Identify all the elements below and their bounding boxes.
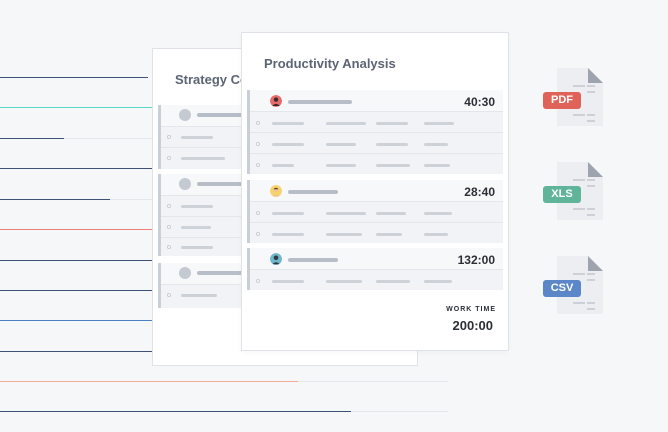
table-row xyxy=(161,237,248,256)
work-time-label: WORK TIME xyxy=(446,306,496,313)
table-row xyxy=(250,201,503,222)
entry-group: 28:40 xyxy=(247,180,503,243)
row-checkbox[interactable] xyxy=(256,121,260,125)
line xyxy=(0,381,448,382)
entry-group xyxy=(158,263,251,308)
table-row xyxy=(250,222,503,243)
table-row xyxy=(250,111,503,132)
line xyxy=(0,260,152,261)
entry-time: 40:30 xyxy=(464,95,495,109)
entry-group xyxy=(158,174,251,256)
avatar xyxy=(179,109,191,121)
work-time-value: 200:00 xyxy=(452,318,493,333)
file-type-badge: CSV xyxy=(543,280,581,297)
row-checkbox[interactable] xyxy=(256,211,260,215)
line xyxy=(0,107,152,108)
entry-time: 132:00 xyxy=(457,253,495,267)
avatar xyxy=(270,185,282,197)
line xyxy=(0,138,152,139)
table-row xyxy=(161,216,248,237)
line xyxy=(0,168,152,169)
card-title: Productivity Analysis xyxy=(264,56,396,71)
entry-header[interactable]: 28:40 xyxy=(250,180,503,201)
entry-group: 40:30 xyxy=(247,90,503,174)
line xyxy=(0,290,152,291)
row-checkbox[interactable] xyxy=(256,232,260,236)
line xyxy=(0,351,152,352)
export-csv-button[interactable]: CSV xyxy=(543,256,603,314)
entry-header[interactable]: 132:00 xyxy=(250,248,503,269)
entry-time: 28:40 xyxy=(464,185,495,199)
table-row xyxy=(161,147,248,168)
avatar xyxy=(179,267,191,279)
entry-group xyxy=(158,105,251,169)
export-xls-button[interactable]: XLS xyxy=(543,162,603,220)
line xyxy=(0,199,152,200)
export-pdf-button[interactable]: PDF xyxy=(543,68,603,126)
entry-group: 132:00 xyxy=(247,248,503,290)
avatar xyxy=(270,253,282,265)
row-checkbox[interactable] xyxy=(256,163,260,167)
avatar xyxy=(179,178,191,190)
table-row xyxy=(250,153,503,174)
entry-header[interactable]: 40:30 xyxy=(250,90,503,111)
file-type-badge: XLS xyxy=(543,186,581,203)
table-row xyxy=(161,126,248,147)
file-type-badge: PDF xyxy=(543,92,581,109)
productivity-card: Productivity Analysis 40:30 28:40 132:00… xyxy=(241,32,509,351)
line xyxy=(0,77,148,78)
table-row xyxy=(161,195,248,216)
card-title: Strategy Co xyxy=(175,72,248,87)
row-checkbox[interactable] xyxy=(256,279,260,283)
table-row xyxy=(250,269,503,290)
table-row xyxy=(250,132,503,153)
table-row xyxy=(161,284,248,305)
line xyxy=(0,229,152,230)
avatar xyxy=(270,95,282,107)
line xyxy=(0,320,152,321)
line xyxy=(0,411,448,412)
row-checkbox[interactable] xyxy=(256,142,260,146)
